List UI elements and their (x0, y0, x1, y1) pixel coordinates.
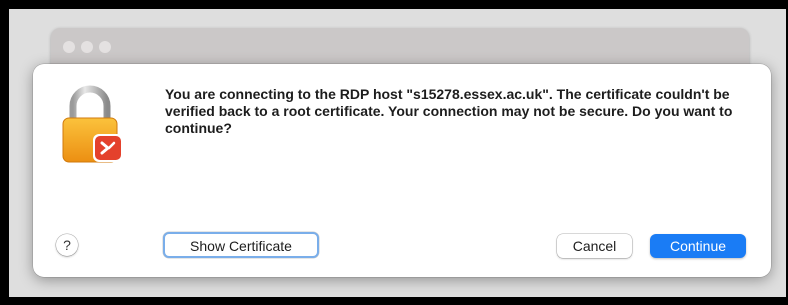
window-zoom-button[interactable] (99, 41, 111, 53)
continue-button[interactable]: Continue (650, 234, 746, 258)
lock-icon (60, 84, 136, 168)
show-certificate-button[interactable]: Show Certificate (163, 232, 319, 258)
dialog-message: You are connecting to the RDP host "s152… (165, 86, 733, 136)
cancel-button[interactable]: Cancel (557, 234, 632, 258)
window-close-button[interactable] (63, 41, 75, 53)
window-minimize-button[interactable] (81, 41, 93, 53)
help-button[interactable]: ? (56, 234, 78, 256)
